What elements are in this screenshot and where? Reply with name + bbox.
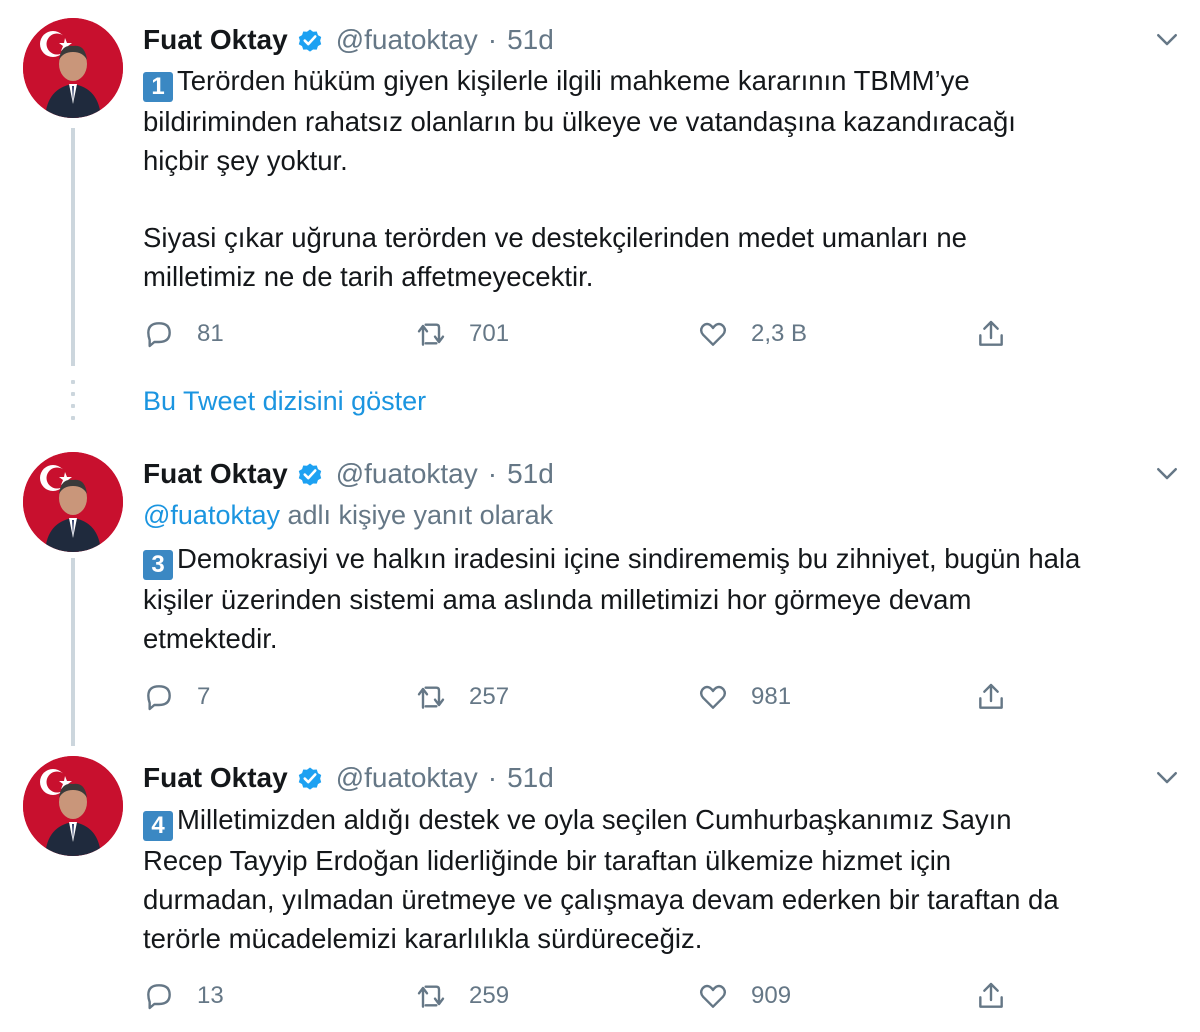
tweet-line: etmektedir. (143, 623, 278, 654)
retweet-count: 259 (469, 982, 510, 1009)
tweet-line: hiçbir şey yoktur. (143, 145, 348, 176)
share-icon (979, 683, 1003, 709)
reply-mention-link[interactable]: @fuatoktay (143, 500, 280, 530)
tweet-line: Recep Tayyip Erdoğan liderliğinde bir ta… (143, 845, 952, 876)
tweet-line: 4 Milletimizden aldığı destek ve oyla seç… (143, 800, 1173, 841)
separator-dot: · (487, 762, 498, 793)
author-name[interactable]: Fuat Oktay (143, 762, 288, 794)
tweet-line: terörle mücadelemizi kararlılıkla sürdür… (143, 923, 703, 954)
tweet-line: durmadan, yılmadan üretmeye ve çalışmaya… (143, 884, 1059, 915)
tweet-line: milletimiz ne de tarih affetmeyecektir. (143, 261, 594, 292)
tweet-header: Fuat Oktay @fuatoktay · 51d (143, 456, 554, 492)
tweet-line: bildiriminden rahatsız olanların bu ülke… (143, 106, 1016, 137)
chevron-down-icon[interactable] (1152, 762, 1182, 792)
separator-dot: · (487, 458, 498, 489)
retweet-icon (417, 686, 445, 709)
share-button[interactable] (975, 976, 1007, 1016)
avatar[interactable] (23, 452, 123, 552)
number-badge: 3 (143, 550, 173, 580)
reply-count: 81 (197, 320, 224, 347)
verified-badge-icon (298, 767, 321, 790)
retweet-count: 701 (469, 320, 510, 347)
tweet-line: 3 Demokrasiyi ve halkın iradesini içine s… (143, 539, 1173, 580)
share-icon (979, 982, 1003, 1008)
tweet-actions: 7 257 981 (143, 677, 1043, 717)
avatar[interactable] (23, 18, 123, 118)
verified-badge-icon (298, 29, 321, 52)
share-button[interactable] (975, 677, 1007, 717)
reply-context: @fuatoktay adlı kişiye yanıt olarak (143, 500, 553, 531)
like-button[interactable]: 909 (697, 976, 791, 1016)
tweet-actions: 13 259 909 (143, 976, 1043, 1016)
like-count: 909 (751, 982, 792, 1009)
retweet-button[interactable]: 259 (415, 976, 509, 1016)
reply-button[interactable]: 7 (143, 677, 210, 717)
retweet-icon (417, 985, 445, 1008)
verified-badge-icon (298, 463, 321, 486)
retweet-count: 257 (469, 683, 510, 710)
number-badge: 4 (143, 811, 173, 841)
author-name[interactable]: Fuat Oktay (143, 24, 288, 56)
timestamp[interactable]: 51d (507, 458, 554, 490)
chevron-down-icon[interactable] (1152, 458, 1182, 488)
tweet-line: 1 Terörden hüküm giyen kişilerle ilgili m… (143, 61, 1173, 102)
reply-context-text: adlı kişiye yanıt olarak (279, 500, 554, 530)
like-button[interactable]: 981 (697, 677, 791, 717)
share-button[interactable] (975, 314, 1007, 354)
tweet-1[interactable]: Fuat Oktay @fuatoktay · 51d 1 Terörden hü… (0, 0, 1200, 380)
reply-count: 13 (197, 982, 224, 1009)
tweet-actions: 81 701 2,3 B (143, 314, 1043, 354)
number-badge: 1 (143, 72, 173, 102)
thread-dots (71, 380, 75, 428)
heart-icon (699, 685, 727, 709)
chevron-down-icon[interactable] (1152, 24, 1182, 54)
heart-icon (699, 984, 727, 1008)
tweet-header: Fuat Oktay @fuatoktay · 51d (143, 22, 554, 58)
reply-icon (147, 984, 171, 1010)
tweet-text: 4 Milletimizden aldığı destek ve oyla seç… (143, 800, 1173, 958)
avatar[interactable] (23, 756, 123, 856)
reply-button[interactable]: 81 (143, 314, 224, 354)
author-handle[interactable]: @fuatoktay (336, 24, 478, 56)
timestamp[interactable]: 51d (507, 24, 554, 56)
like-count: 2,3 B (751, 320, 808, 347)
tweet-3[interactable]: Fuat Oktay @fuatoktay · 51d 4 Milletimizd… (0, 744, 1200, 1032)
tweet-line: Siyasi çıkar uğruna terörden ve destekçi… (143, 222, 967, 253)
author-handle[interactable]: @fuatoktay (336, 762, 478, 794)
tweet-line: kişiler üzerinden sistemi ama aslında mi… (143, 584, 972, 615)
heart-icon (699, 322, 727, 346)
tweet-header: Fuat Oktay @fuatoktay · 51d (143, 760, 554, 796)
like-count: 981 (751, 683, 792, 710)
reply-button[interactable]: 13 (143, 976, 224, 1016)
tweet-text: 1 Terörden hüküm giyen kişilerle ilgili m… (143, 61, 1173, 296)
tweet-text: 3 Demokrasiyi ve halkın iradesini içine s… (143, 539, 1173, 658)
show-thread-link[interactable]: Bu Tweet dizisini göster (143, 386, 426, 417)
author-handle[interactable]: @fuatoktay (336, 458, 478, 490)
retweet-button[interactable]: 701 (415, 314, 509, 354)
reply-icon (147, 322, 171, 348)
reply-icon (147, 685, 171, 711)
separator-dot: · (487, 24, 498, 55)
reply-count: 7 (197, 683, 211, 710)
retweet-button[interactable]: 257 (415, 677, 509, 717)
timestamp[interactable]: 51d (507, 762, 554, 794)
retweet-icon (417, 323, 445, 346)
author-name[interactable]: Fuat Oktay (143, 458, 288, 490)
like-button[interactable]: 2,3 B (697, 314, 807, 354)
share-icon (979, 320, 1003, 346)
tweet-2[interactable]: Fuat Oktay @fuatoktay · 51d @fuatoktay a… (0, 440, 1200, 740)
